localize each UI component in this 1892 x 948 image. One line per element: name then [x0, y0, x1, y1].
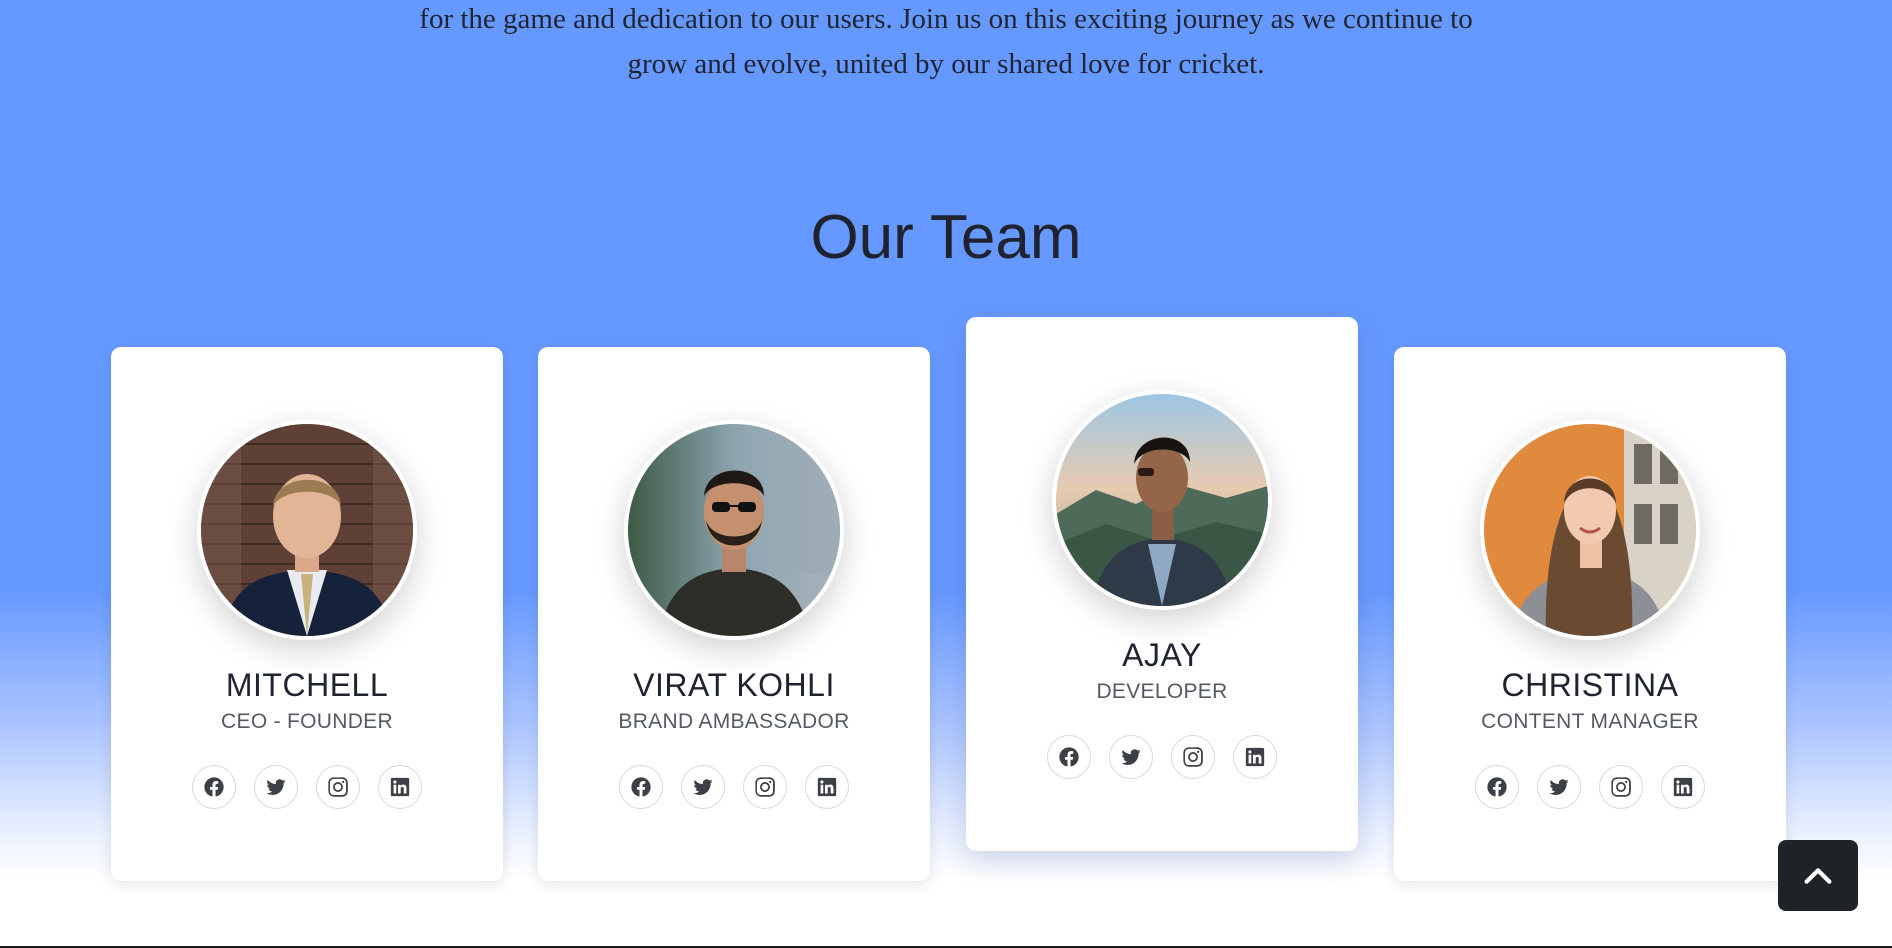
facebook-link[interactable] [1047, 735, 1091, 779]
instagram-icon [327, 776, 349, 798]
instagram-link[interactable] [316, 765, 360, 809]
social-links [111, 765, 503, 811]
facebook-icon [203, 776, 225, 798]
linkedin-icon [816, 776, 838, 798]
social-links [538, 765, 930, 811]
twitter-link[interactable] [1109, 735, 1153, 779]
team-card-virat-kohli: VIRAT KOHLI BRAND AMBASSADOR [538, 347, 930, 881]
linkedin-link[interactable] [378, 765, 422, 809]
linkedin-icon [1244, 746, 1266, 768]
twitter-link[interactable] [1537, 765, 1581, 809]
linkedin-link[interactable] [805, 765, 849, 809]
member-name: MITCHELL [225, 667, 389, 703]
facebook-icon [1486, 776, 1508, 798]
facebook-link[interactable] [1475, 765, 1519, 809]
social-links [1394, 765, 1786, 811]
man-on-mountain-portrait-photo [1056, 394, 1268, 606]
member-role: BRAND AMBASSADOR [618, 710, 850, 733]
linkedin-link[interactable] [1661, 765, 1705, 809]
twitter-icon [265, 776, 287, 798]
member-role: DEVELOPER [1096, 680, 1228, 703]
team-photo-frame [1052, 390, 1272, 610]
about-paragraph-line-2: grow and evolve, united by our shared lo… [627, 48, 1265, 80]
twitter-icon [1120, 746, 1142, 768]
twitter-link[interactable] [681, 765, 725, 809]
social-links [966, 735, 1358, 781]
team-photo-frame [624, 420, 844, 640]
team-card-mitchell: MITCHELL CEO - FOUNDER [111, 347, 503, 881]
facebook-icon [630, 776, 652, 798]
about-paragraph-line-1: for the game and dedication to our users… [419, 3, 1473, 35]
team-section-title: Our Team [810, 203, 1082, 272]
woman-portrait-photo [1484, 424, 1696, 636]
linkedin-icon [389, 776, 411, 798]
instagram-icon [1610, 776, 1632, 798]
back-to-top-button[interactable] [1778, 840, 1858, 911]
twitter-icon [692, 776, 714, 798]
twitter-link[interactable] [254, 765, 298, 809]
instagram-icon [754, 776, 776, 798]
businessman-portrait-photo [201, 424, 413, 636]
chevron-up-icon [1804, 867, 1832, 884]
member-name: VIRAT KOHLI [633, 667, 835, 703]
man-in-sunglasses-portrait-photo [628, 424, 840, 636]
facebook-link[interactable] [619, 765, 663, 809]
facebook-link[interactable] [192, 765, 236, 809]
member-role: CONTENT MANAGER [1481, 710, 1699, 733]
member-role: CEO - FOUNDER [221, 710, 393, 733]
member-name: AJAY [1122, 637, 1202, 673]
instagram-icon [1182, 746, 1204, 768]
linkedin-icon [1672, 776, 1694, 798]
facebook-icon [1058, 746, 1080, 768]
instagram-link[interactable] [743, 765, 787, 809]
instagram-link[interactable] [1171, 735, 1215, 779]
team-photo-frame [1480, 420, 1700, 640]
team-card-christina: CHRISTINA CONTENT MANAGER [1394, 347, 1786, 881]
twitter-icon [1548, 776, 1570, 798]
team-card-ajay: AJAY DEVELOPER [966, 317, 1358, 851]
team-photo-frame [197, 420, 417, 640]
member-name: CHRISTINA [1501, 667, 1679, 703]
instagram-link[interactable] [1599, 765, 1643, 809]
linkedin-link[interactable] [1233, 735, 1277, 779]
